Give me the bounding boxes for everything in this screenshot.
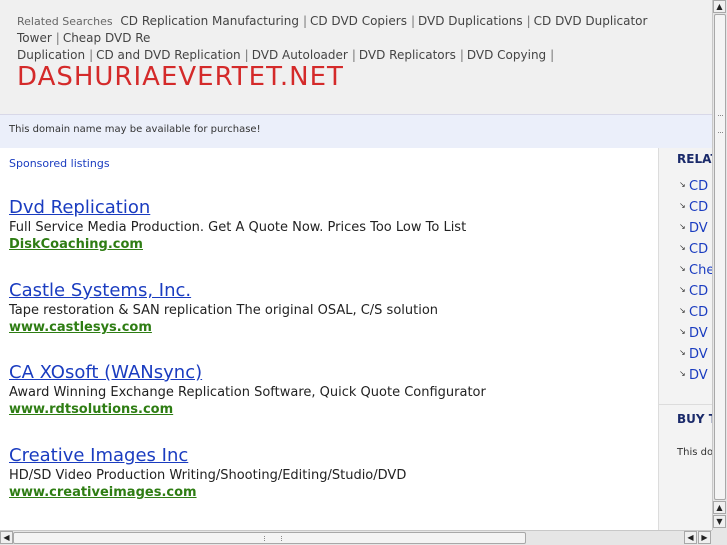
separator: | [244,48,249,62]
arrow-icon: ↘ [679,348,686,357]
sidebar-link-item[interactable]: ↘ CD [679,284,712,305]
related-search-link[interactable]: DVD Duplications [418,14,523,28]
ad-listing: Castle Systems, Inc. Tape restoration & … [9,280,649,336]
arrow-icon: ↘ [679,201,686,210]
ad-url-link[interactable]: DiskCoaching.com [9,236,649,253]
buy-domain-heading: BUY T [677,412,712,426]
ad-listing: Dvd Replication Full Service Media Produ… [9,197,649,253]
ad-title-link[interactable]: CA XOsoft (WANsync) [9,362,649,384]
separator: | [89,48,94,62]
ad-listing: Creative Images Inc HD/SD Video Producti… [9,445,649,501]
ad-url-link[interactable]: www.rdtsolutions.com [9,401,649,418]
related-search-link[interactable]: CD Replication Manufacturing [120,14,299,28]
sidebar-link-item[interactable]: ↘ DV [679,326,712,347]
arrow-icon: ↘ [679,243,686,252]
separator: | [410,14,415,28]
sidebar-link-label: CD [689,179,709,194]
related-sidebar-list: ↘ CD ↘ CD ↘ DV ↘ CD ↘ Che ↘ CD ↘ CD ↘ DV ↘ DV ↘ DV [679,179,712,389]
ad-title-link[interactable]: Castle Systems, Inc. [9,280,649,302]
sidebar-link-item[interactable]: ↘ Che [679,263,712,284]
scroll-left-icon[interactable]: ◀ [0,531,13,544]
separator: | [550,48,555,62]
scroll-right-icon[interactable]: ▶ [698,531,711,544]
related-search-link[interactable]: DVD Autoloader [252,48,348,62]
ad-description: Award Winning Exchange Replication Softw… [9,385,486,400]
sidebar-link-label: DV [689,326,708,341]
ad-description: Full Service Media Production. Get A Quo… [9,220,467,235]
related-search-link[interactable]: DVD Copying [467,48,546,62]
sidebar-link-label: DV [689,347,708,362]
domain-notice-text: This domain name may be available for pu… [9,124,261,135]
related-search-link[interactable]: CD and DVD Replication [96,48,241,62]
site-title: DASHURIAEVERTET.NET [17,62,344,92]
grip-icon [264,536,282,541]
sidebar-link-label: DV [689,368,708,383]
separator: | [55,31,60,45]
related-sidebar: RELAT ↘CD ↘CD ↘DV ↘CD ↘Che ↘CD ↘CD ↘DV ↘… [658,148,712,530]
buy-domain-text: This dor [677,447,712,458]
related-searches-bar: Related Searches CD Replication Manufact… [17,13,712,64]
scroll-left-icon[interactable]: ◀ [684,531,697,544]
arrow-icon: ↘ [679,369,686,378]
separator: | [302,14,307,28]
arrow-icon: ↘ [679,264,686,273]
sidebar-link-label: Che [689,263,712,278]
arrow-icon: ↘ [679,180,686,189]
related-search-link[interactable]: Cheap DVD Re [63,31,151,45]
sidebar-link-label: CD [689,242,709,257]
sidebar-link-item[interactable]: ↘ CD [679,305,712,326]
sidebar-link-item[interactable]: ↘ CD [679,242,712,263]
domain-notice: This domain name may be available for pu… [0,115,712,148]
sidebar-link-label: DV [689,221,708,236]
related-search-link[interactable]: DVD Replicators [359,48,456,62]
horizontal-scroll-thumb[interactable] [13,532,526,544]
arrow-icon: ↘ [679,285,686,294]
related-search-link[interactable]: Duplication [17,48,85,62]
ad-url-link[interactable]: www.castlesys.com [9,319,649,336]
scroll-up-icon[interactable]: ▲ [713,501,726,514]
sidebar-link-label: CD [689,305,709,320]
related-sidebar-heading: RELAT [677,152,712,166]
arrow-icon: ↘ [679,306,686,315]
sidebar-link-item[interactable]: ↘ DV [679,368,712,389]
page-header: Related Searches CD Replication Manufact… [0,0,712,114]
ad-listing: CA XOsoft (WANsync) Award Winning Exchan… [9,362,649,418]
sidebar-link-item[interactable]: ↘ CD [679,200,712,221]
grip-icon [718,115,723,133]
related-search-link[interactable]: CD DVD Copiers [310,14,407,28]
arrow-icon: ↘ [679,222,686,231]
related-searches-label: Related Searches [17,15,113,28]
page-viewport: Related Searches CD Replication Manufact… [0,0,712,530]
sidebar-link-label: CD [689,200,709,215]
ad-description: HD/SD Video Production Writing/Shooting/… [9,468,407,483]
sidebar-link-label: CD [689,284,709,299]
ad-title-link[interactable]: Creative Images Inc [9,445,649,467]
separator: | [526,14,531,28]
sidebar-link-item[interactable]: ↘ DV [679,221,712,242]
sidebar-link-item[interactable]: ↘ DV [679,347,712,368]
ad-description: Tape restoration & SAN replication The o… [9,303,439,318]
sponsored-listings: Sponsored listings Dvd Replication Full … [0,148,658,530]
ad-title-link[interactable]: Dvd Replication [9,197,649,219]
sponsored-listings-label[interactable]: Sponsored listings [9,157,110,170]
arrow-icon: ↘ [679,327,686,336]
scroll-down-icon[interactable]: ▼ [713,515,726,528]
sidebar-link-item[interactable]: ↘ CD [679,179,712,200]
vertical-scrollbar[interactable]: ▲ ▲ ▼ [712,0,727,530]
ad-url-link[interactable]: www.creativeimages.com [9,484,649,501]
vertical-scroll-thumb[interactable] [714,14,726,500]
scrollbar-corner [712,530,727,545]
scroll-up-icon[interactable]: ▲ [713,0,726,13]
separator: | [351,48,356,62]
horizontal-scrollbar[interactable]: ◀ ◀ ▶ [0,530,712,545]
separator: | [459,48,464,62]
sidebar-divider [659,404,712,405]
